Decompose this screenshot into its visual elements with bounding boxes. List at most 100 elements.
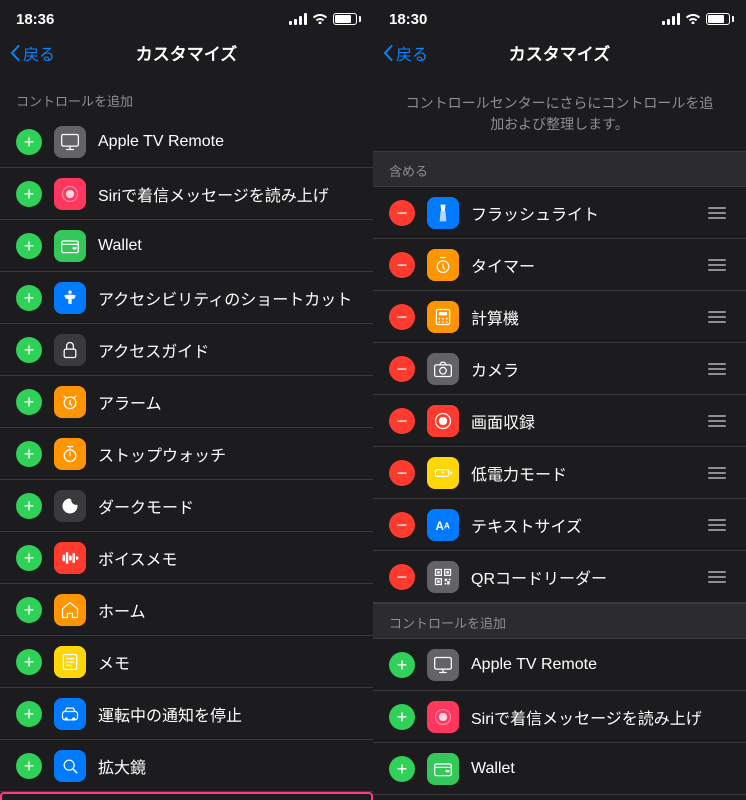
app-icon-darkmode: [54, 490, 86, 522]
add-button[interactable]: [389, 704, 415, 730]
app-icon-calculator: [427, 301, 459, 333]
drag-handle[interactable]: [704, 255, 730, 275]
add-button[interactable]: [389, 652, 415, 678]
app-icon-tv2: [427, 649, 459, 681]
remove-button[interactable]: [389, 564, 415, 590]
section-divider-add-label: コントロールを追加: [389, 613, 506, 632]
add-button[interactable]: [16, 181, 42, 207]
list-item: アクセシビリティのショートカット: [0, 272, 373, 324]
time-right: 18:30: [389, 11, 427, 28]
app-icon-screenrecord2: [427, 405, 459, 437]
list-item: AA テキストサイズ: [373, 499, 746, 551]
remove-button[interactable]: [389, 200, 415, 226]
item-label: ストップウォッチ: [98, 442, 357, 466]
drag-handle[interactable]: [704, 567, 730, 587]
status-bar-right: 18:30: [373, 0, 746, 36]
nav-bar-left: 戻る カスタマイズ: [0, 36, 373, 73]
add-button[interactable]: [16, 337, 42, 363]
item-label: Wallet: [98, 237, 357, 255]
item-label: 低電力モード: [471, 461, 692, 485]
remove-button[interactable]: [389, 304, 415, 330]
app-icon-tv: [54, 126, 86, 158]
app-icon-qr: [427, 561, 459, 593]
add-button[interactable]: [389, 756, 415, 782]
item-label: ボイスメモ: [98, 546, 357, 570]
signal-icon: [662, 13, 680, 25]
list-item: ホーム: [0, 584, 373, 636]
status-bar-left: 18:36: [0, 0, 373, 36]
remove-button[interactable]: [389, 460, 415, 486]
nav-title-right: カスタマイズ: [509, 40, 611, 65]
drag-handle[interactable]: [704, 203, 730, 223]
remove-button[interactable]: [389, 356, 415, 382]
item-label: テキストサイズ: [471, 513, 692, 537]
scroll-area-left[interactable]: Apple TV Remote Siriで着信メッセージを読み上げ Wallet…: [0, 116, 373, 800]
remove-button[interactable]: [389, 252, 415, 278]
battery-icon: [333, 13, 357, 25]
add-button[interactable]: [16, 441, 42, 467]
app-icon-wallet: [54, 230, 86, 262]
list-item-highlighted: 画面収録: [0, 792, 373, 800]
list-item: アクセシビリティのショートカット: [373, 795, 746, 800]
drag-handle[interactable]: [704, 463, 730, 483]
app-icon-siri2: [427, 701, 459, 733]
add-button[interactable]: [16, 493, 42, 519]
add-button[interactable]: [16, 753, 42, 779]
list-item: フラッシュライト: [373, 187, 746, 239]
list-item: Siriで着信メッセージを読み上げ: [373, 691, 746, 743]
list-item: Siriで着信メッセージを読み上げ: [0, 168, 373, 220]
nav-title-left: カスタマイズ: [136, 40, 238, 65]
add-button[interactable]: [16, 701, 42, 727]
remove-button[interactable]: [389, 512, 415, 538]
item-label: Wallet: [471, 760, 730, 778]
time-left: 18:36: [16, 11, 54, 28]
drag-handle[interactable]: [704, 515, 730, 535]
add-button[interactable]: [16, 545, 42, 571]
app-icon-stopwatch: [54, 438, 86, 470]
add-button[interactable]: [16, 597, 42, 623]
description-box: コントロールセンターにさらにコントロールを追加および整理します。: [373, 73, 746, 151]
item-label: ダークモード: [98, 494, 357, 518]
list-item: 運転中の通知を停止: [0, 688, 373, 740]
item-label: フラッシュライト: [471, 201, 692, 225]
section-divider-add: コントロールを追加: [373, 603, 746, 639]
app-icon-camera: [427, 353, 459, 385]
drag-handle[interactable]: [704, 307, 730, 327]
item-label: Siriで着信メッセージを読み上げ: [98, 182, 357, 206]
back-button-right[interactable]: 戻る: [383, 41, 428, 65]
item-label: タイマー: [471, 253, 692, 277]
list-item: 画面収録: [373, 395, 746, 447]
item-label: 運転中の通知を停止: [98, 702, 357, 726]
section-divider-included: 含める: [373, 151, 746, 187]
item-label: ホーム: [98, 598, 357, 622]
list-item: Apple TV Remote: [0, 116, 373, 168]
list-item: アラーム: [0, 376, 373, 428]
item-label: アクセスガイド: [98, 338, 357, 362]
item-label: アラーム: [98, 390, 357, 414]
list-item: QRコードリーダー: [373, 551, 746, 603]
item-label: Siriで着信メッセージを読み上げ: [471, 705, 730, 729]
list-item: アクセスガイド: [0, 324, 373, 376]
item-label: メモ: [98, 650, 357, 674]
svg-text:A: A: [444, 520, 450, 530]
back-button-left[interactable]: 戻る: [10, 41, 55, 65]
wifi-icon: [685, 12, 701, 27]
section-divider-label: 含める: [389, 161, 428, 180]
list-item: メモ: [0, 636, 373, 688]
add-button[interactable]: [16, 285, 42, 311]
list-item: 低電力モード: [373, 447, 746, 499]
nav-bar-right: 戻る カスタマイズ: [373, 36, 746, 73]
scroll-area-right[interactable]: 含める フラッシュライト タイマー: [373, 151, 746, 800]
add-button[interactable]: [16, 129, 42, 155]
item-label: 計算機: [471, 305, 692, 329]
remove-button[interactable]: [389, 408, 415, 434]
drag-handle[interactable]: [704, 359, 730, 379]
app-icon-timer: [427, 249, 459, 281]
app-icon-lowpower: [427, 457, 459, 489]
add-button[interactable]: [16, 649, 42, 675]
drag-handle[interactable]: [704, 411, 730, 431]
add-button[interactable]: [16, 233, 42, 259]
app-icon-lock: [54, 334, 86, 366]
add-button[interactable]: [16, 389, 42, 415]
item-label: 拡大鏡: [98, 754, 357, 778]
